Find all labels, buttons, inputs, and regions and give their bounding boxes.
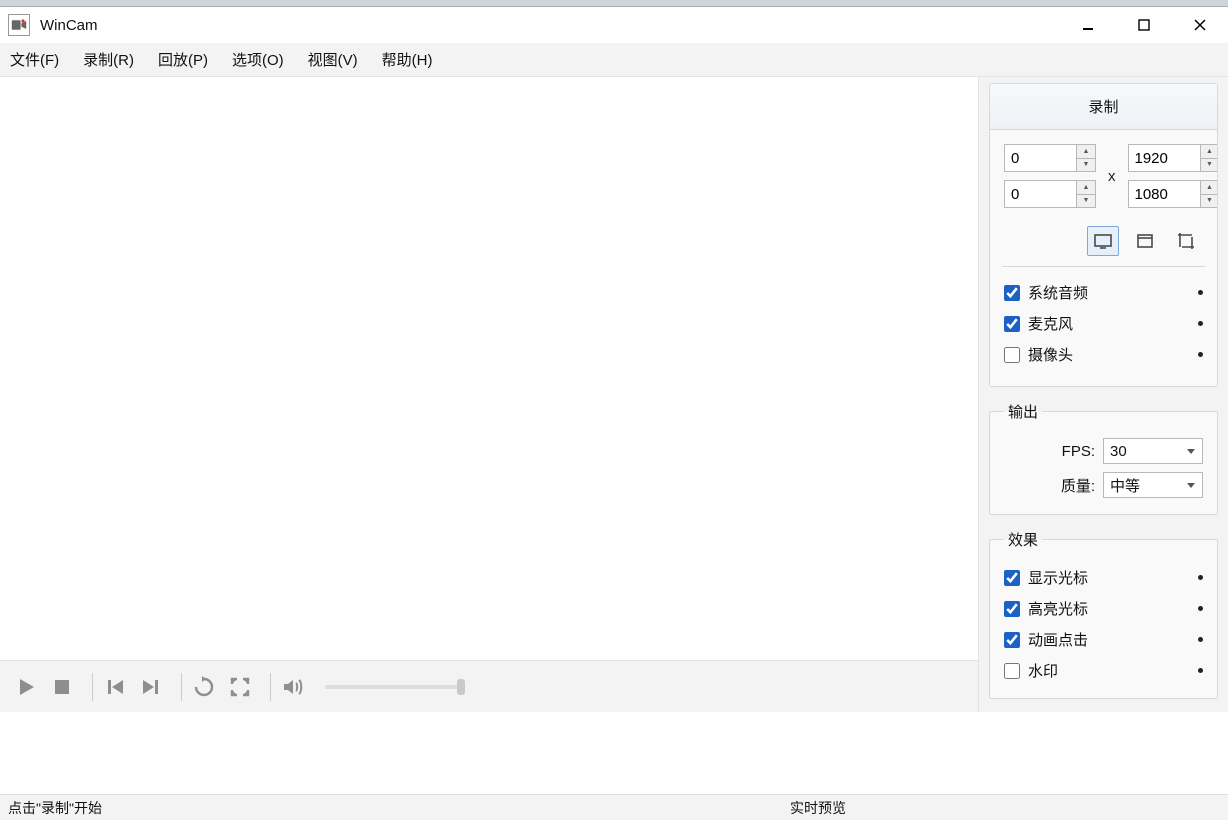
window-top-artifact xyxy=(0,0,1228,7)
menu-file[interactable]: 文件(F) xyxy=(10,49,59,70)
label: 高亮光标 xyxy=(1028,598,1088,619)
skip-start-button[interactable] xyxy=(101,673,129,701)
menu-bar: 文件(F) 录制(R) 回放(P) 选项(O) 视图(V) 帮助(H) xyxy=(0,43,1228,77)
spin-down-icon[interactable]: ▼ xyxy=(1201,195,1219,208)
checkbox-system-audio[interactable]: 系统音频 xyxy=(1004,277,1203,308)
options-dot-icon[interactable] xyxy=(1198,606,1203,611)
options-dot-icon[interactable] xyxy=(1198,321,1203,326)
checkbox[interactable] xyxy=(1004,285,1020,301)
pos-x-field[interactable] xyxy=(1004,144,1076,172)
skip-end-button[interactable] xyxy=(137,673,165,701)
spin-up-icon[interactable]: ▲ xyxy=(1201,145,1219,159)
mode-region-button[interactable] xyxy=(1171,226,1203,256)
quality-label: 质量: xyxy=(1061,475,1095,496)
sidebar: 录制 ▲▼ ▲▼ x ▲▼ ▲▼ xyxy=(978,77,1228,712)
fps-select[interactable]: 30 xyxy=(1103,438,1203,464)
app-title: WinCam xyxy=(40,17,98,34)
options-dot-icon[interactable] xyxy=(1198,637,1203,642)
options-dot-icon[interactable] xyxy=(1198,668,1203,673)
divider xyxy=(92,673,93,701)
checkbox[interactable] xyxy=(1004,316,1020,332)
spin-down-icon[interactable]: ▼ xyxy=(1201,159,1219,172)
spin-up-icon[interactable]: ▲ xyxy=(1077,181,1095,195)
menu-options[interactable]: 选项(O) xyxy=(232,49,284,70)
width-field[interactable] xyxy=(1128,144,1200,172)
play-button[interactable] xyxy=(12,673,40,701)
spin-up-icon[interactable]: ▲ xyxy=(1201,181,1219,195)
checkbox-camera[interactable]: 摄像头 xyxy=(1004,339,1203,370)
menu-help[interactable]: 帮助(H) xyxy=(382,49,433,70)
mode-window-button[interactable] xyxy=(1129,226,1161,256)
height-field[interactable] xyxy=(1128,180,1200,208)
status-left: 点击"录制"开始 xyxy=(8,798,102,818)
height-input[interactable]: ▲▼ xyxy=(1128,180,1219,208)
menu-view[interactable]: 视图(V) xyxy=(308,49,358,70)
effects-legend: 效果 xyxy=(1004,529,1042,550)
divider xyxy=(181,673,182,701)
stop-button[interactable] xyxy=(48,673,76,701)
volume-icon[interactable] xyxy=(279,673,307,701)
label: 水印 xyxy=(1028,660,1058,681)
app-icon xyxy=(8,14,30,36)
spin-up-icon[interactable]: ▲ xyxy=(1077,145,1095,159)
width-input[interactable]: ▲▼ xyxy=(1128,144,1219,172)
mode-fullscreen-button[interactable] xyxy=(1087,226,1119,256)
effects-group: 效果 显示光标 高亮光标 动画点击 水印 xyxy=(989,529,1218,699)
quality-select[interactable]: 中等 xyxy=(1103,472,1203,498)
player-bar xyxy=(0,660,978,712)
options-dot-icon[interactable] xyxy=(1198,575,1203,580)
checkbox-show-cursor[interactable]: 显示光标 xyxy=(1004,562,1203,593)
volume-slider[interactable] xyxy=(325,685,465,689)
fullscreen-button[interactable] xyxy=(226,673,254,701)
checkbox[interactable] xyxy=(1004,347,1020,363)
quality-value: 中等 xyxy=(1110,475,1140,496)
spin-down-icon[interactable]: ▼ xyxy=(1077,195,1095,208)
options-dot-icon[interactable] xyxy=(1198,352,1203,357)
loop-button[interactable] xyxy=(190,673,218,701)
checkbox[interactable] xyxy=(1004,570,1020,586)
options-dot-icon[interactable] xyxy=(1198,290,1203,295)
divider xyxy=(270,673,271,701)
menu-record[interactable]: 录制(R) xyxy=(83,49,134,70)
volume-thumb[interactable] xyxy=(457,679,465,695)
label: 系统音频 xyxy=(1028,282,1088,303)
close-button[interactable] xyxy=(1172,7,1228,43)
output-legend: 输出 xyxy=(1004,401,1042,422)
record-tab[interactable]: 录制 xyxy=(990,84,1217,130)
pos-y-input[interactable]: ▲▼ xyxy=(1004,180,1096,208)
checkbox-highlight-cursor[interactable]: 高亮光标 xyxy=(1004,593,1203,624)
status-bar: 点击"录制"开始 实时预览 xyxy=(0,794,1228,820)
preview-area xyxy=(0,77,978,660)
checkbox[interactable] xyxy=(1004,632,1020,648)
checkbox-animate-click[interactable]: 动画点击 xyxy=(1004,624,1203,655)
pos-y-field[interactable] xyxy=(1004,180,1076,208)
label: 动画点击 xyxy=(1028,629,1088,650)
output-group: 输出 FPS: 30 质量: 中等 xyxy=(989,401,1218,515)
spin-down-icon[interactable]: ▼ xyxy=(1077,159,1095,172)
dim-separator: x xyxy=(1106,168,1118,185)
status-right: 实时预览 xyxy=(790,798,846,818)
fps-label: FPS: xyxy=(1062,443,1095,460)
pos-x-input[interactable]: ▲▼ xyxy=(1004,144,1096,172)
label: 摄像头 xyxy=(1028,344,1073,365)
checkbox[interactable] xyxy=(1004,663,1020,679)
record-panel: 录制 ▲▼ ▲▼ x ▲▼ ▲▼ xyxy=(989,83,1218,387)
checkbox-microphone[interactable]: 麦克风 xyxy=(1004,308,1203,339)
dimensions-group: ▲▼ ▲▼ x ▲▼ ▲▼ xyxy=(1004,144,1203,208)
title-bar: WinCam xyxy=(0,7,1228,43)
label: 显示光标 xyxy=(1028,567,1088,588)
maximize-button[interactable] xyxy=(1116,7,1172,43)
fps-value: 30 xyxy=(1110,443,1127,460)
menu-playback[interactable]: 回放(P) xyxy=(158,49,208,70)
minimize-button[interactable] xyxy=(1060,7,1116,43)
checkbox[interactable] xyxy=(1004,601,1020,617)
separator xyxy=(1002,266,1205,267)
checkbox-watermark[interactable]: 水印 xyxy=(1004,655,1203,686)
label: 麦克风 xyxy=(1028,313,1073,334)
